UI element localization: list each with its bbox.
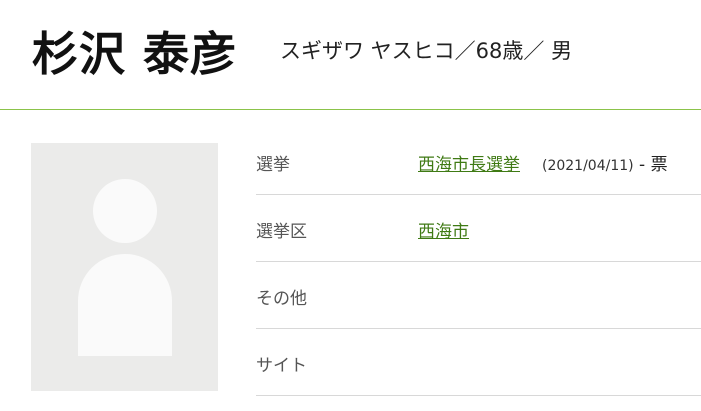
district-label: 選挙区 <box>256 222 307 242</box>
election-date: (2021/04/11) <box>542 158 634 174</box>
profile-photo <box>31 143 218 391</box>
election-value: 西海市長選挙 (2021/04/11) - 票 <box>418 150 668 175</box>
candidate-details: スギザワ ヤスヒコ／68歳／ 男 <box>280 39 573 63</box>
profile-info-table: 選挙 西海市長選挙 (2021/04/11) - 票 選挙区 西海市 その他 サイ… <box>256 128 701 396</box>
election-link[interactable]: 西海市長選挙 <box>418 155 520 175</box>
other-label: その他 <box>256 289 307 309</box>
site-label: サイト <box>256 356 307 376</box>
avatar-head <box>93 179 157 243</box>
row-district: 選挙区 西海市 <box>256 195 701 262</box>
vote-count: - 票 <box>633 155 668 175</box>
district-link[interactable]: 西海市 <box>418 222 469 242</box>
district-value: 西海市 <box>418 217 469 242</box>
row-other: その他 <box>256 262 701 329</box>
election-label: 選挙 <box>256 155 290 175</box>
row-site: サイト <box>256 329 701 396</box>
row-election: 選挙 西海市長選挙 (2021/04/11) - 票 <box>256 128 701 195</box>
profile-header: 杉沢 泰彦 スギザワ ヤスヒコ／68歳／ 男 <box>0 0 701 110</box>
avatar-body <box>78 254 172 356</box>
candidate-name: 杉沢 泰彦 <box>32 27 238 81</box>
